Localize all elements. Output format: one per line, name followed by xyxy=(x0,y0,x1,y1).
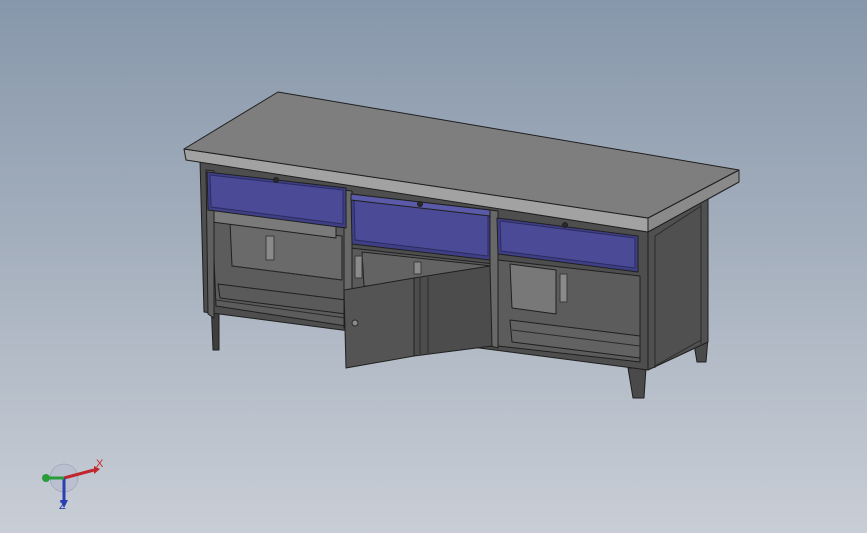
leg-front-right xyxy=(627,367,647,399)
door-right-open xyxy=(413,265,493,357)
triad-z-label: Z xyxy=(59,500,66,512)
drawer-right-screw xyxy=(562,222,568,228)
triad-y-marker xyxy=(42,474,50,482)
drawer-center-screw xyxy=(417,201,423,207)
drawer-left-screw xyxy=(273,177,279,183)
door-lock xyxy=(351,319,359,327)
triad-x-label: X xyxy=(96,458,104,470)
graphics-viewport[interactable]: X Z xyxy=(0,0,867,533)
right-bay-back-panel xyxy=(509,263,557,315)
workbench-model[interactable] xyxy=(0,0,867,533)
axis-triad: X Z xyxy=(30,456,110,516)
